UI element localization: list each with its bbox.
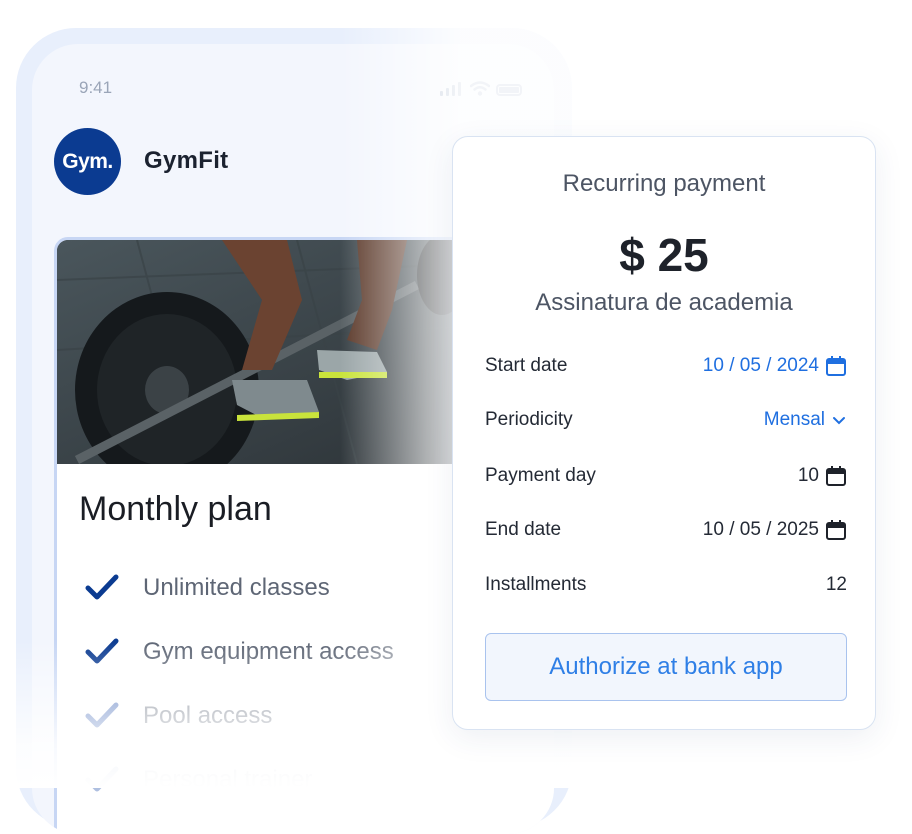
payment-amount: $ 25 bbox=[619, 229, 709, 281]
battery-icon bbox=[496, 84, 522, 96]
feature-label: Pool access bbox=[143, 702, 273, 729]
periodicity-select[interactable]: Mensal bbox=[764, 409, 847, 431]
installments-value: 12 bbox=[825, 574, 847, 595]
check-icon bbox=[85, 638, 119, 664]
feature-list: Unlimited classes Gym equipment access P… bbox=[85, 556, 394, 812]
periodicity-value: Mensal bbox=[763, 409, 825, 430]
plan-title: Monthly plan bbox=[79, 490, 272, 528]
payment-day-label: Payment day bbox=[485, 465, 596, 486]
end-date-label: End date bbox=[485, 519, 562, 540]
recurring-payment-card: Recurring payment $ 25 Assinatura de aca… bbox=[452, 136, 876, 730]
signal-icon bbox=[440, 80, 464, 96]
payment-title: Recurring payment bbox=[562, 170, 766, 197]
check-icon bbox=[85, 702, 119, 728]
calendar-icon[interactable] bbox=[825, 519, 847, 541]
authorize-button[interactable]: Authorize at bank app bbox=[485, 633, 847, 701]
feature-item: Gym equipment access bbox=[85, 620, 394, 684]
gym-logo: Gym. bbox=[54, 128, 121, 195]
feature-label: Unlimited classes bbox=[143, 574, 330, 601]
check-icon bbox=[85, 766, 119, 792]
end-date-row: End date 10 / 05 / 2025 bbox=[485, 515, 847, 545]
feature-item: Pool access bbox=[85, 684, 394, 748]
end-date-value: 10 / 05 / 2025 bbox=[702, 519, 819, 540]
installments-row: Installments 12 bbox=[485, 570, 847, 600]
payment-day-value: 10 bbox=[797, 465, 819, 486]
app-name: GymFit bbox=[144, 147, 229, 174]
check-icon bbox=[85, 574, 119, 600]
payment-day-row: Payment day 10 bbox=[485, 461, 847, 491]
start-date-row: Start date 10 / 05 / 2024 bbox=[485, 351, 847, 381]
wifi-icon bbox=[470, 81, 490, 96]
feature-label: Gym equipment access bbox=[143, 638, 394, 665]
calendar-icon[interactable] bbox=[825, 355, 847, 377]
feature-label: Personal trainer bbox=[143, 766, 313, 793]
periodicity-row: Periodicity Mensal bbox=[485, 405, 847, 435]
periodicity-label: Periodicity bbox=[485, 409, 573, 430]
chevron-down-icon bbox=[833, 417, 845, 425]
status-time: 9:41 bbox=[79, 78, 113, 97]
feature-item: Unlimited classes bbox=[85, 556, 394, 620]
start-date-field[interactable]: 10 / 05 / 2024 bbox=[703, 355, 847, 377]
start-date-value: 10 / 05 / 2024 bbox=[702, 355, 819, 376]
start-date-label: Start date bbox=[485, 355, 568, 376]
feature-item: Personal trainer bbox=[85, 748, 394, 812]
end-date-field[interactable]: 10 / 05 / 2025 bbox=[703, 519, 847, 541]
calendar-icon[interactable] bbox=[825, 465, 847, 487]
payment-day-field[interactable]: 10 bbox=[798, 465, 847, 487]
status-icons bbox=[440, 80, 522, 96]
payment-description: Assinatura de academia bbox=[535, 289, 793, 316]
installments-label: Installments bbox=[485, 574, 587, 595]
